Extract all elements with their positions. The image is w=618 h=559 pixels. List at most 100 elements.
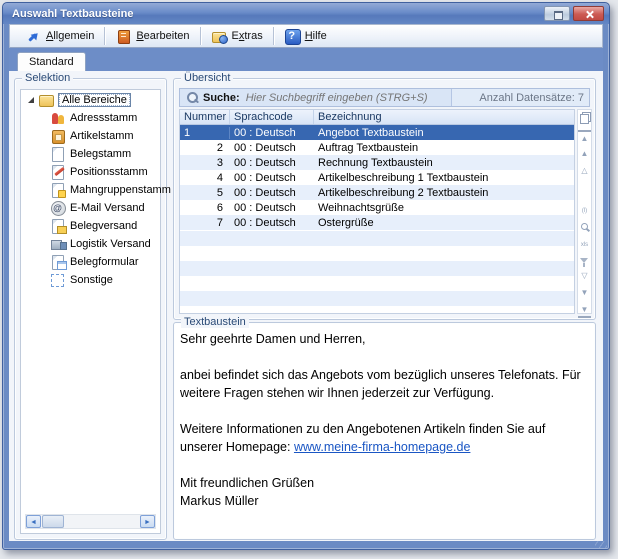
menu-extras-button[interactable]: Extras: [202, 25, 272, 47]
tree-item-artikelstamm[interactable]: Artikelstamm: [21, 128, 160, 144]
tree-item-label: Mahngruppenstamm: [70, 184, 171, 196]
table-header: Nummer Sprachcode Bezeichnung: [180, 110, 574, 125]
scrollbar-thumb[interactable]: [42, 515, 64, 528]
scroll-top-icon[interactable]: ▲: [578, 130, 591, 143]
tree-item-belegformular[interactable]: Belegformular: [21, 254, 160, 270]
tree-root-label: Alle Bereiche: [58, 93, 131, 107]
copy-icon[interactable]: [578, 111, 591, 124]
down-icon[interactable]: ▽: [578, 269, 591, 282]
resize-grip[interactable]: [595, 541, 607, 548]
record-count: Anzahl Datensätze: 7: [451, 89, 589, 106]
tree-item-positionsstamm[interactable]: Positionsstamm: [21, 164, 160, 180]
tree-item-mahngruppenstamm[interactable]: Mahngruppenstamm: [21, 182, 160, 198]
move-up-icon[interactable]: ▲: [578, 147, 591, 160]
horizontal-scrollbar[interactable]: ◄ ►: [25, 514, 156, 529]
close-icon[interactable]: [573, 6, 604, 21]
move-down-icon[interactable]: ▼: [578, 286, 591, 299]
textbaustein-groupbox: Textbaustein Sehr geehrte Damen und Herr…: [173, 322, 596, 540]
page-mail-icon: [50, 219, 66, 233]
arrow-up-right-icon: [25, 28, 41, 44]
tree-item-logistik-versand[interactable]: Logistik Versand: [21, 236, 160, 252]
selektion-groupbox: Selektion Alle Bereiche Adressstamm Arti…: [14, 78, 167, 540]
tree-item-label: Belegformular: [70, 256, 138, 268]
table-row[interactable]: 6 00 : Deutsch Weihnachtsgrüße: [180, 200, 574, 215]
export-xls-icon[interactable]: xls: [578, 239, 591, 252]
textbaustein-content[interactable]: Sehr geehrte Damen und Herren, anbei bef…: [180, 330, 589, 534]
tree-item-label: Positionsstamm: [70, 166, 148, 178]
truck-icon: [50, 237, 66, 251]
table-row[interactable]: 7 00 : Deutsch Ostergrüße: [180, 215, 574, 230]
table-row[interactable]: 2 00 : Deutsch Auftrag Textbaustein: [180, 140, 574, 155]
toolbar-separator: [273, 27, 274, 45]
cell-sprachcode: 00 : Deutsch: [230, 172, 314, 184]
tree-item-sonstige[interactable]: Sonstige: [21, 272, 160, 288]
paragraph-with-link: Weitere Informationen zu den Angebotenen…: [180, 420, 589, 456]
scroll-right-icon[interactable]: ►: [140, 515, 155, 528]
folder-icon: [38, 93, 54, 107]
results-table: Nummer Sprachcode Bezeichnung 1 00 : Deu…: [179, 109, 575, 314]
cell-sprachcode: 00 : Deutsch: [230, 157, 314, 169]
search-input[interactable]: [246, 92, 451, 104]
window-title: Auswahl Textbausteine: [12, 8, 541, 20]
column-header-bezeichnung[interactable]: Bezeichnung: [314, 110, 574, 124]
cell-sprachcode: 00 : Deutsch: [230, 142, 314, 154]
table-row[interactable]: 3 00 : Deutsch Rechnung Textbaustein: [180, 155, 574, 170]
paragraph-text: anbei befindet sich das Angebots vom bez…: [180, 366, 589, 402]
tree-item-belegversand[interactable]: Belegversand: [21, 218, 160, 234]
dashed-box-icon: [50, 273, 66, 287]
salutation-text: Sehr geehrte Damen und Herren,: [180, 330, 589, 348]
uebersicht-group-label: Übersicht: [181, 72, 233, 84]
table-row[interactable]: 5 00 : Deutsch Artikelbeschreibung 2 Tex…: [180, 185, 574, 200]
tree-item-email-versand[interactable]: E-Mail Versand: [21, 200, 160, 216]
people-icon: [50, 111, 66, 125]
empty-rows-stripes: [180, 231, 574, 313]
table-row[interactable]: 1 00 : Deutsch Angebot Textbaustein: [180, 125, 574, 140]
tree-item-belegstamm[interactable]: Belegstamm: [21, 146, 160, 162]
tree-item-label: Adressstamm: [70, 112, 137, 124]
scroll-left-icon[interactable]: ◄: [26, 515, 41, 528]
cell-bezeichnung: Auftrag Textbaustein: [314, 142, 574, 154]
tree-item-label: Artikelstamm: [70, 130, 134, 142]
scroll-bottom-icon[interactable]: ▼: [578, 303, 591, 316]
box-icon: [50, 129, 66, 143]
toolbar-separator: [200, 27, 201, 45]
tree-item-label: Belegversand: [70, 220, 137, 232]
tree-expander-icon[interactable]: [28, 97, 34, 103]
tab-standard[interactable]: Standard: [17, 52, 86, 71]
toolbar: Allgemein Bearbeiten Extras Hilfe: [9, 24, 603, 48]
column-header-nummer[interactable]: Nummer: [180, 110, 230, 124]
cell-sprachcode: 00 : Deutsch: [230, 127, 314, 139]
table-row[interactable]: 4 00 : Deutsch Artikelbeschreibung 1 Tex…: [180, 170, 574, 185]
cell-bezeichnung: Artikelbeschreibung 2 Textbaustein: [314, 187, 574, 199]
selektion-group-label: Selektion: [22, 72, 73, 84]
titlebar[interactable]: Auswahl Textbausteine: [3, 3, 609, 24]
cell-nummer: 6: [180, 202, 230, 214]
toolbar-separator: [104, 27, 105, 45]
cell-bezeichnung: Artikelbeschreibung 1 Textbaustein: [314, 172, 574, 184]
cell-nummer: 3: [180, 157, 230, 169]
tree-item-label: Belegstamm: [70, 148, 131, 160]
selection-tree: Alle Bereiche Adressstamm Artikelstamm B…: [20, 89, 161, 534]
menu-bearbeiten-button[interactable]: Bearbeiten: [106, 25, 198, 47]
cell-bezeichnung: Ostergrüße: [314, 217, 574, 229]
column-header-sprachcode[interactable]: Sprachcode: [230, 110, 314, 124]
column-width-icon[interactable]: (l): [578, 205, 591, 218]
restore-window-icon[interactable]: [544, 6, 570, 21]
search-bar: Suche: Anzahl Datensätze: 7: [179, 88, 590, 107]
cell-nummer: 7: [180, 217, 230, 229]
menu-hilfe-button[interactable]: Hilfe: [275, 25, 336, 47]
filter-icon[interactable]: [578, 256, 591, 269]
page-warning-icon: [50, 183, 66, 197]
tree-item-alle-bereiche[interactable]: Alle Bereiche: [21, 92, 160, 108]
search-row-icon[interactable]: [578, 222, 591, 235]
client-area: Selektion Alle Bereiche Adressstamm Arti…: [9, 71, 603, 541]
homepage-link[interactable]: www.meine-firma-homepage.de: [294, 440, 470, 454]
tab-strip: Standard: [9, 48, 603, 71]
up-icon[interactable]: △: [578, 164, 591, 177]
menu-bearbeiten-label: Bearbeiten: [136, 30, 189, 42]
cell-sprachcode: 00 : Deutsch: [230, 187, 314, 199]
tree-item-label: Sonstige: [70, 274, 113, 286]
tree-item-adressstamm[interactable]: Adressstamm: [21, 110, 160, 126]
menu-allgemein-button[interactable]: Allgemein: [16, 25, 103, 47]
cell-sprachcode: 00 : Deutsch: [230, 217, 314, 229]
